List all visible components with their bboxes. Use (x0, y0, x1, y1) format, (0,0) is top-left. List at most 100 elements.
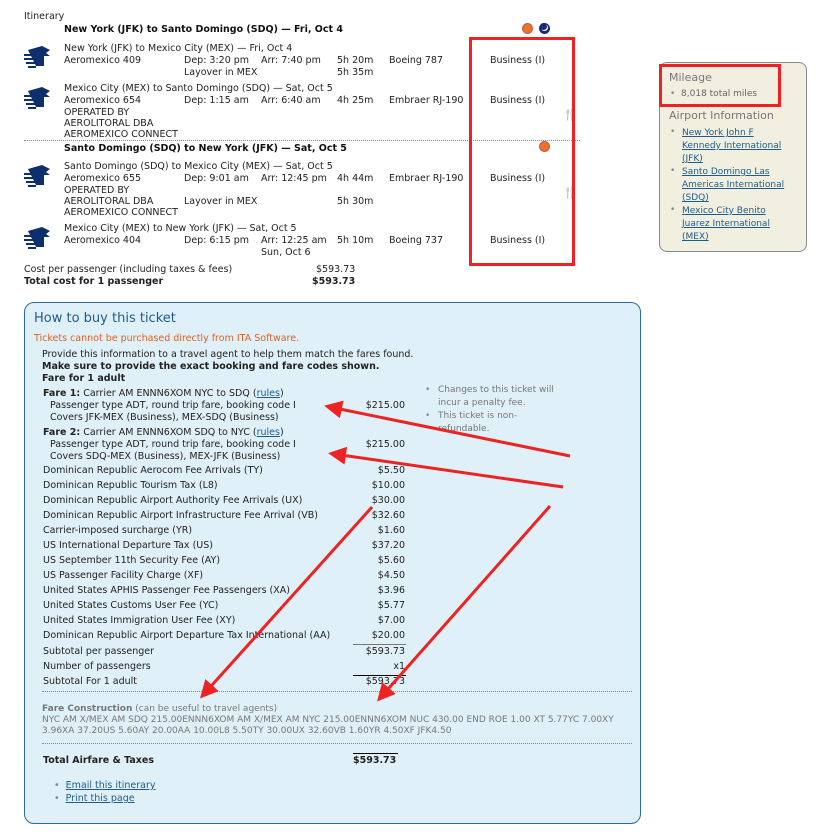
tax-row: Dominican Republic Airport Departure Tax… (43, 630, 405, 644)
aircraft: Boeing 787 (389, 55, 444, 66)
ticket-note: • This ticket is non-refundable. (425, 410, 565, 436)
tax-amount: $5.50 (377, 465, 405, 476)
fare-amount: $215.00 (365, 400, 405, 411)
airport-link-line[interactable]: Kennedy International (682, 140, 781, 153)
tax-name: Dominican Republic Airport Infrastructur… (43, 510, 318, 521)
fare-detail: Passenger type ADT, round trip fare, boo… (50, 439, 296, 450)
operated-by: AEROMEXICO CONNECT (64, 207, 178, 218)
tax-name: US International Departure Tax (US) (43, 540, 213, 551)
tax-row: Carrier-imposed surcharge (YR) $1.60 (43, 525, 405, 539)
tax-row: Dominican Republic Aerocom Fee Arrivals … (43, 465, 405, 479)
tax-name: United States APHIS Passenger Fee Passen… (43, 585, 290, 596)
print-page-link[interactable]: Print this page (66, 793, 135, 804)
tax-amount: $20.00 (371, 630, 405, 641)
arrival-time: Arr: 7:40 pm (261, 55, 321, 66)
layover-label: Layover in MEX (184, 67, 258, 78)
tax-amount: $30.00 (371, 495, 405, 506)
tax-amount: $4.50 (377, 570, 405, 581)
airport-link-sdq[interactable]: Santo Domingo Las Americas International… (682, 166, 784, 205)
passengers-value: x1 (393, 661, 405, 672)
how-to-buy-title: How to buy this ticket (34, 311, 176, 326)
email-itinerary-link[interactable]: Email this itinerary (66, 780, 156, 791)
operated-by: AEROLITORAL DBA (64, 118, 154, 129)
flight-duration: 4h 25m (337, 95, 374, 106)
segment-route: New York (JFK) to Mexico City (MEX) — Fr… (64, 43, 293, 54)
fare-construction-label: Fare Construction (42, 704, 133, 714)
total-cost-label: Total cost for 1 passenger (24, 276, 164, 287)
subtotal-label: Subtotal per passenger (43, 646, 155, 657)
airport-link-line[interactable]: (MEX) (682, 231, 770, 244)
tax-name: Dominican Republic Airport Departure Tax… (43, 630, 331, 641)
layover-label: Layover in MEX (184, 196, 258, 207)
departure-time: Dep: 9:01 am (184, 173, 249, 184)
fare-rules-link[interactable]: rules (257, 388, 280, 399)
fare-construction-note: (can be useful to travel agents) (132, 704, 278, 714)
tax-row: Dominican Republic Tourism Tax (L8) $10.0… (43, 480, 405, 494)
operated-by: OPERATED BY (64, 107, 130, 118)
cost-per-passenger-value: $593.73 (316, 264, 356, 275)
tax-name: United States Immigration User Fee (XY) (43, 615, 236, 626)
fare-desc: Carrier AM ENNN6XOM SDQ to NYC ( (80, 427, 257, 438)
airport-link-line[interactable]: Mexico City Benito (682, 205, 770, 218)
link-item: • Print this page (54, 793, 135, 804)
tax-amount: $5.77 (377, 600, 405, 611)
section-divider (42, 743, 632, 744)
flight-number: Aeromexico 654 (64, 95, 142, 106)
subtotal-adult-value: $593.73 (365, 676, 405, 687)
ticket-note: • Changes to this ticket will incur a pen… (425, 384, 565, 410)
airport-link-jfk[interactable]: New York John F Kennedy International (J… (682, 127, 781, 166)
subtotal-rule (353, 644, 406, 645)
flight-number: Aeromexico 409 (64, 55, 142, 66)
airport-link-line[interactable]: (SDQ) (682, 192, 784, 205)
passengers-label: Number of passengers (43, 661, 151, 672)
fare-rules-link[interactable]: rules (257, 427, 280, 438)
total-airfare-value: $593.73 (353, 755, 397, 766)
fare-detail: Passenger type ADT, round trip fare, boo… (50, 400, 296, 411)
section-divider (42, 691, 632, 692)
total-rule (353, 753, 398, 754)
flight-duration: 5h 10m (337, 235, 374, 246)
subtotal-value: $593.73 (365, 646, 405, 657)
segment-route: Mexico City (MEX) to Santo Domingo (SDQ)… (64, 83, 333, 94)
purchase-warning: Tickets cannot be purchased directly fro… (34, 333, 300, 344)
fare-desc: Carrier AM ENNN6XOM NYC to SDQ ( (80, 388, 257, 399)
airport-link-mex[interactable]: Mexico City Benito Juarez International … (682, 205, 770, 244)
tax-amount: $10.00 (371, 480, 405, 491)
layover-duration: 5h 30m (337, 196, 374, 207)
tax-row: Dominican Republic Airport Authority Fee… (43, 495, 405, 509)
arrival-time: Arr: 12:45 pm (261, 173, 327, 184)
cabin-highlight-box (469, 37, 575, 266)
tax-name: US Passenger Facility Charge (XF) (43, 570, 204, 581)
buy-emphasis: Make sure to provide the exact booking a… (42, 361, 380, 372)
arrival-date-note: Sun, Oct 6 (261, 247, 311, 258)
fare-paren: ) (279, 388, 284, 399)
airport-link-line[interactable]: Santo Domingo Las (682, 166, 784, 179)
departure-time: Dep: 6:15 pm (184, 235, 250, 246)
tax-amount: $1.60 (377, 525, 405, 536)
airport-link-line[interactable]: Americas International (682, 179, 784, 192)
operated-by: AEROLITORAL DBA (64, 196, 154, 207)
mileage-highlight-box (659, 64, 781, 107)
tax-name: Dominican Republic Tourism Tax (L8) (43, 480, 218, 491)
segment-route: Santo Domingo (SDQ) to Mexico City (MEX)… (64, 161, 333, 172)
link-item: • Email this itinerary (54, 780, 156, 791)
tax-amount: $3.96 (377, 585, 405, 596)
tax-row: United States APHIS Passenger Fee Passen… (43, 585, 405, 599)
airport-link-line[interactable]: (JFK) (682, 153, 781, 166)
departure-time: Dep: 3:20 pm (184, 55, 250, 66)
tax-row: United States Customs User Fee (YC) $5.77 (43, 600, 405, 614)
airport-link-line[interactable]: Juarez International (682, 218, 770, 231)
fare-paren: ) (279, 427, 284, 438)
aeromexico-logo-icon (24, 46, 50, 68)
flight-number: Aeromexico 404 (64, 235, 142, 246)
airport-link-line[interactable]: New York John F (682, 127, 781, 140)
tax-name: US September 11th Security Fee (AY) (43, 555, 221, 566)
aircraft: Embraer RJ-190 (389, 173, 464, 184)
airport-info-title: Airport Information (669, 109, 774, 122)
fare-construction-header: Fare Construction (can be useful to trav… (42, 704, 277, 714)
tax-row: Dominican Republic Airport Infrastructur… (43, 510, 405, 524)
flight-duration: 4h 44m (337, 173, 374, 184)
aeromexico-logo-icon (24, 87, 50, 109)
tax-name: Carrier-imposed surcharge (YR) (43, 525, 193, 536)
tax-row: US International Departure Tax (US) $37.2… (43, 540, 405, 554)
